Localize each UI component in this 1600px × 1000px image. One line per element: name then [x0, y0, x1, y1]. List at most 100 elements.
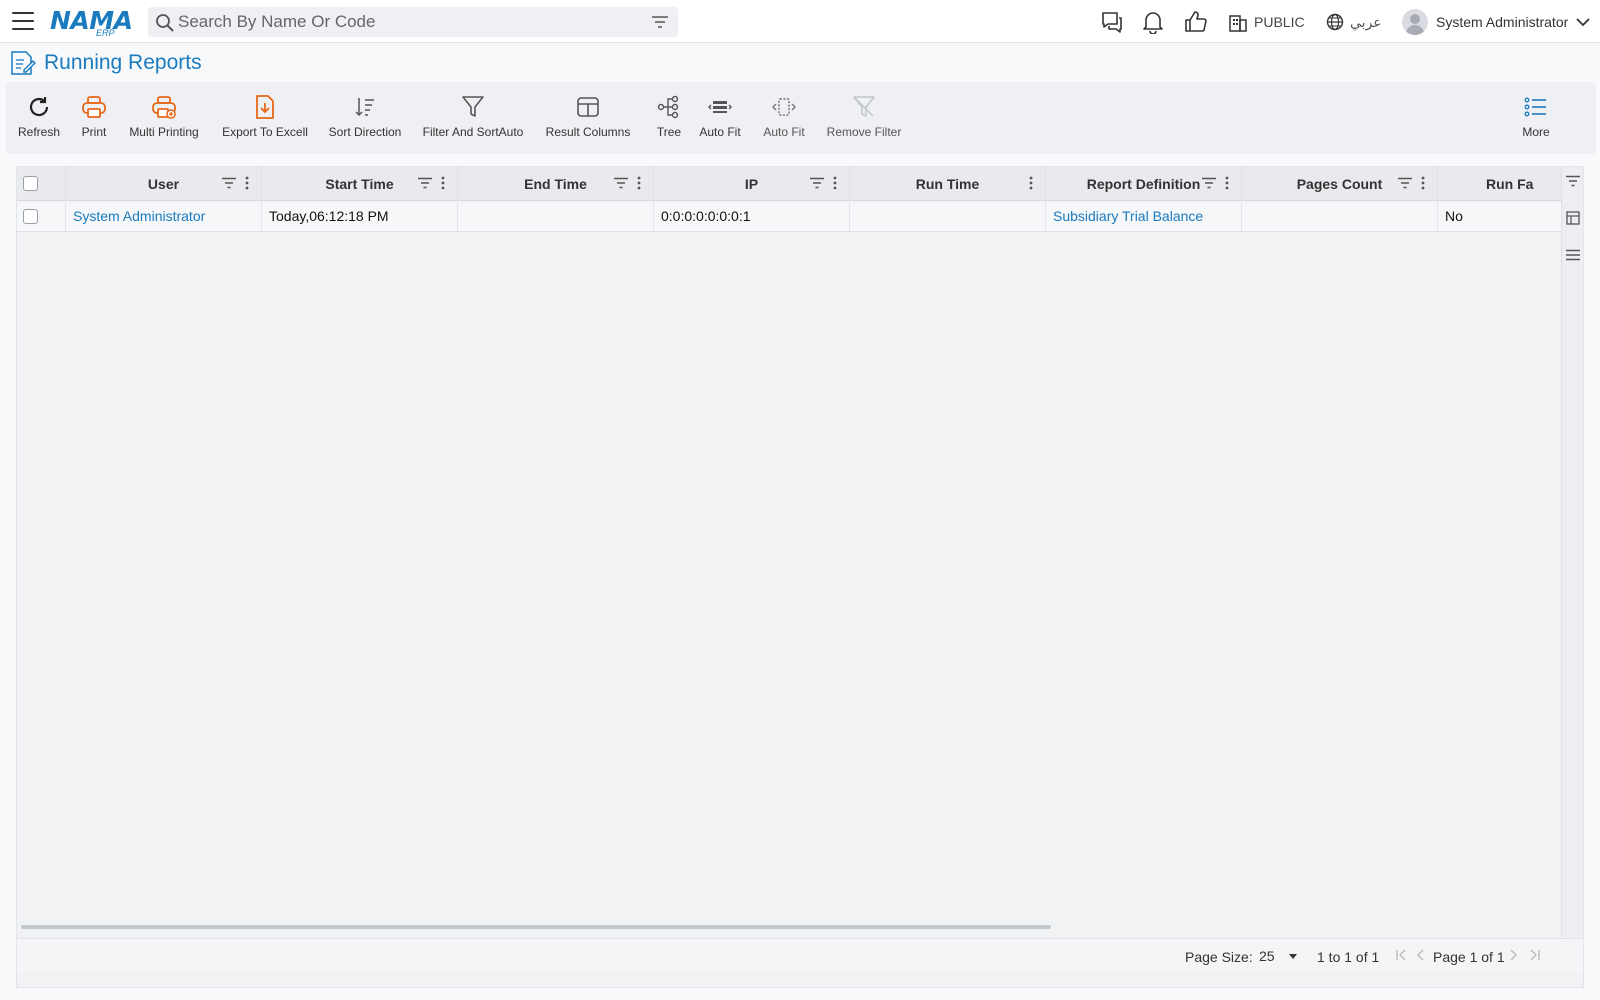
next-page-icon[interactable]	[1509, 948, 1519, 962]
page-size-value: 25	[1259, 948, 1275, 964]
sort-icon	[355, 98, 374, 117]
top-bar: NAMA ERP PUBLIC عربي System Administrato…	[0, 0, 1600, 43]
table-row[interactable]: System Administrator Today,06:12:18 PM 0…	[17, 202, 1563, 232]
tree-icon	[657, 95, 679, 119]
refresh-icon	[29, 97, 49, 117]
cell-run-failed: No	[1445, 208, 1463, 224]
company-name: PUBLIC	[1254, 14, 1305, 30]
cell-ip: 0:0:0:0:0:0:0:1	[654, 202, 850, 231]
result-columns-button[interactable]: Result Columns	[546, 82, 630, 154]
column-filter-icon[interactable]	[614, 177, 628, 189]
auto-fit-width-icon	[772, 98, 796, 116]
column-menu-icon[interactable]	[1421, 176, 1425, 190]
more-label: More	[1522, 125, 1550, 139]
global-search	[148, 7, 678, 37]
column-filter-icon[interactable]	[1566, 175, 1580, 187]
cell-user[interactable]: System Administrator	[66, 202, 262, 231]
column-filter-icon[interactable]	[1398, 177, 1412, 189]
page-size-select[interactable]: 25	[1257, 945, 1299, 967]
multi-print-icon	[152, 96, 176, 119]
column-header-report-definition[interactable]: Report Definition	[1046, 167, 1242, 200]
user-menu[interactable]: System Administrator	[1402, 6, 1590, 38]
cell-end-time	[458, 202, 654, 231]
building-icon	[1229, 15, 1247, 32]
page-size-label: Page Size:	[1185, 949, 1253, 965]
cell-report-definition[interactable]: Subsidiary Trial Balance	[1046, 202, 1242, 231]
column-header-pages-count[interactable]: Pages Count	[1242, 167, 1438, 200]
column-filter-icon[interactable]	[222, 177, 236, 189]
grid-side-toolbar	[1561, 167, 1583, 937]
user-name: System Administrator	[1436, 14, 1569, 30]
column-menu-icon[interactable]	[1225, 176, 1229, 190]
print-button[interactable]: Print	[76, 82, 112, 154]
logo-main-text: NAMA	[50, 6, 133, 35]
print-icon	[82, 96, 106, 118]
filter-lines-icon[interactable]	[652, 15, 668, 29]
export-file-icon	[256, 95, 274, 119]
avatar	[1402, 9, 1428, 35]
chat-icon[interactable]	[1100, 10, 1124, 34]
page-info: Page 1 of 1	[1433, 949, 1505, 965]
auto-fit-width-button[interactable]: Auto Fit	[762, 82, 806, 154]
row-checkbox[interactable]	[23, 209, 38, 224]
column-menu-icon[interactable]	[441, 176, 445, 190]
prev-page-icon[interactable]	[1415, 948, 1425, 962]
auto-fit-label: Auto Fit	[699, 125, 741, 139]
hamburger-menu-icon[interactable]	[12, 12, 34, 30]
multi-printing-label: Multi Printing	[129, 125, 199, 139]
select-all-checkbox[interactable]	[23, 176, 38, 191]
cell-run-time	[850, 202, 1046, 231]
tree-button[interactable]: Tree	[654, 82, 684, 154]
column-filter-icon[interactable]	[418, 177, 432, 189]
thumbs-up-icon[interactable]	[1184, 10, 1208, 34]
column-filter-icon[interactable]	[810, 177, 824, 189]
column-menu-icon[interactable]	[637, 176, 641, 190]
page-header: Running Reports	[8, 48, 202, 78]
bell-icon[interactable]	[1142, 10, 1164, 34]
refresh-button[interactable]: Refresh	[18, 82, 60, 154]
column-header-run-time[interactable]: Run Time	[850, 167, 1046, 200]
columns-panel-icon[interactable]	[1566, 211, 1580, 225]
remove-filter-icon	[853, 96, 875, 117]
column-header-label: Run Fa	[1486, 176, 1534, 192]
result-columns-label: Result Columns	[545, 125, 631, 139]
filter-sort-button[interactable]: Filter And SortAuto	[422, 82, 524, 154]
report-edit-icon	[11, 51, 36, 75]
auto-fit-width-label: Auto Fit	[763, 125, 805, 139]
column-header-start-time[interactable]: Start Time	[262, 167, 458, 200]
grid-header: User Start Time End Time IP Run Time Rep…	[17, 167, 1563, 201]
horizontal-scrollbar[interactable]	[21, 925, 1051, 929]
auto-fit-button[interactable]: Auto Fit	[698, 82, 742, 154]
cell-pages-count	[1242, 202, 1438, 231]
column-menu-icon[interactable]	[833, 176, 837, 190]
column-menu-icon[interactable]	[1029, 176, 1033, 190]
column-header-user[interactable]: User	[66, 167, 262, 200]
more-button[interactable]: More	[1518, 82, 1554, 154]
sort-direction-button[interactable]: Sort Direction	[328, 82, 402, 154]
reports-grid: User Start Time End Time IP Run Time Rep…	[16, 166, 1584, 988]
last-page-icon[interactable]	[1529, 948, 1541, 962]
print-label: Print	[81, 125, 107, 139]
company-selector[interactable]: PUBLIC	[1228, 10, 1305, 34]
remove-filter-button[interactable]: Remove Filter	[826, 82, 902, 154]
column-header-end-time[interactable]: End Time	[458, 167, 654, 200]
column-header-ip[interactable]: IP	[654, 167, 850, 200]
page-title: Running Reports	[44, 51, 202, 74]
menu-lines-icon[interactable]	[1566, 249, 1580, 261]
nama-erp-logo[interactable]: NAMA ERP	[50, 4, 133, 38]
language-switcher[interactable]: عربي	[1326, 10, 1382, 34]
first-page-icon[interactable]	[1395, 948, 1407, 962]
chevron-down-icon	[1576, 18, 1590, 27]
column-header-label: Run Time	[915, 176, 980, 192]
export-excel-button[interactable]: Export To Excell	[220, 82, 310, 154]
sort-direction-label: Sort Direction	[328, 125, 402, 139]
column-filter-icon[interactable]	[1202, 177, 1216, 189]
search-input[interactable]	[178, 7, 638, 37]
multi-printing-button[interactable]: Multi Printing	[128, 82, 200, 154]
columns-icon	[577, 97, 599, 117]
auto-fit-icon	[708, 101, 732, 113]
search-icon	[156, 14, 174, 32]
column-menu-icon[interactable]	[245, 176, 249, 190]
row-range: 1 to 1 of 1	[1317, 949, 1380, 965]
column-header-run-failed[interactable]: Run Fa	[1438, 167, 1563, 200]
